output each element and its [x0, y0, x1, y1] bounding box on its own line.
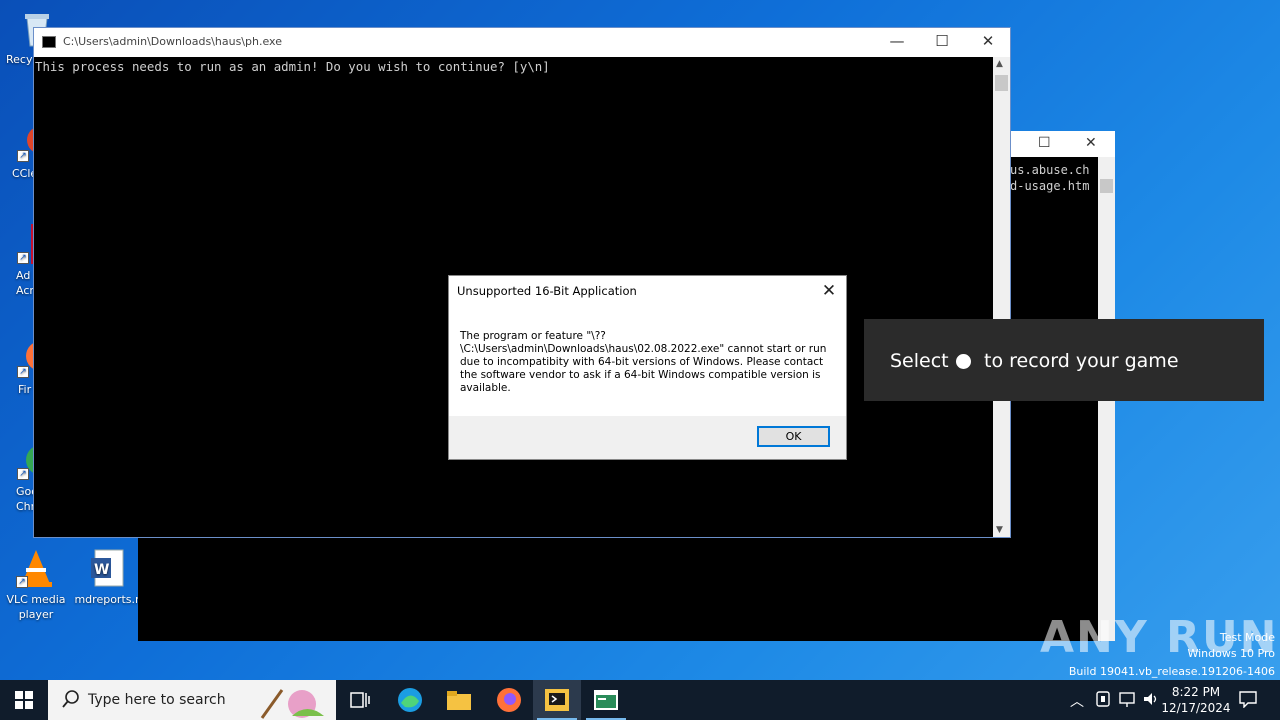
shortcut-arrow-icon: ↗ [17, 150, 29, 162]
volume-icon[interactable] [1142, 690, 1160, 720]
ok-button[interactable]: OK [757, 426, 830, 447]
game-bar-toast: Select to record your game [864, 319, 1264, 401]
start-button[interactable] [0, 680, 48, 720]
security-icon[interactable] [1095, 690, 1111, 720]
search-highlight-image-icon [260, 689, 324, 719]
close-icon[interactable]: ✕ [965, 32, 1011, 50]
window-app-icon [594, 690, 618, 710]
toast-text-after: to record your game [984, 350, 1179, 372]
console-app-icon [545, 689, 569, 711]
folder-icon [447, 691, 471, 710]
desktop-icon-vlc[interactable]: ↗ VLC media player [1, 548, 71, 622]
scroll-up-icon[interactable]: ▲ [996, 59, 1003, 69]
unsupported-app-dialog[interactable]: Unsupported 16-Bit Application ✕ The pro… [448, 275, 847, 460]
dialog-title: Unsupported 16-Bit Application [457, 284, 637, 298]
console-scrollbar[interactable]: ▲ ▼ [993, 57, 1010, 537]
search-placeholder: Type here to search [88, 692, 226, 708]
taskbar-window-button[interactable] [582, 680, 630, 720]
desktop-icon-label: mdreports.r [74, 593, 140, 606]
taskbar-firefox-button[interactable] [485, 680, 533, 720]
system-clock[interactable]: 8:22 PM 12/17/2024 [1160, 684, 1232, 716]
close-icon[interactable]: ✕ [818, 280, 840, 302]
background-console-text: us.abuse.ch d-usage.htm [1010, 163, 1090, 193]
clock-date: 12/17/2024 [1161, 701, 1231, 715]
task-view-button[interactable] [336, 680, 384, 720]
minimize-icon[interactable]: — [874, 32, 920, 50]
watermark-line: Windows 10 Pro [1187, 647, 1275, 660]
scroll-down-icon[interactable]: ▼ [996, 525, 1003, 535]
record-icon [956, 354, 971, 369]
clock-time: 8:22 PM [1171, 685, 1221, 699]
console-titlebar[interactable]: C:\Users\admin\Downloads\haus\ph.exe — ☐… [34, 28, 1010, 57]
show-hidden-icons-chevron-icon[interactable]: ︿ [1070, 691, 1084, 720]
vlc-icon: ↗ [16, 548, 56, 588]
toast-text-before: Select [890, 350, 949, 372]
search-icon [62, 690, 80, 712]
desktop-icon-label: VLC media player [6, 593, 66, 621]
taskbar-explorer-button[interactable] [435, 680, 483, 720]
shortcut-arrow-icon: ↗ [17, 252, 29, 264]
maximize-icon[interactable]: ☐ [1038, 135, 1051, 151]
scrollbar-thumb[interactable] [1100, 179, 1113, 193]
network-icon[interactable] [1118, 690, 1136, 720]
desktop-icon-mdreports[interactable]: W mdreports.r [72, 548, 142, 607]
watermark-line: Test Mode [1219, 631, 1275, 644]
taskbar-edge-button[interactable] [386, 680, 434, 720]
dialog-footer: OK [449, 416, 846, 459]
taskbar: Type here to search ︿ 8:22 PM 12/17/2024 [0, 680, 1280, 720]
windows-logo-icon [15, 691, 33, 709]
shortcut-arrow-icon: ↗ [17, 468, 29, 480]
notification-center-icon[interactable] [1238, 690, 1258, 720]
close-icon[interactable]: ✕ [1085, 135, 1097, 151]
scrollbar-thumb[interactable] [995, 75, 1008, 91]
watermark-line: Build 19041.vb_release.191206-1406 [1068, 665, 1275, 678]
edge-icon [398, 688, 422, 712]
task-view-icon [350, 692, 370, 708]
console-app-icon [42, 36, 56, 48]
console-output[interactable]: This process needs to run as an admin! D… [35, 59, 550, 74]
shortcut-arrow-icon: ↗ [16, 576, 28, 588]
taskbar-console-button[interactable] [533, 680, 581, 720]
window-title: C:\Users\admin\Downloads\haus\ph.exe [63, 35, 282, 48]
maximize-icon[interactable]: ☐ [919, 32, 965, 50]
dialog-message: The program or feature "\??\C:\Users\adm… [460, 330, 827, 394]
shortcut-arrow-icon: ↗ [17, 366, 29, 378]
taskbar-search-box[interactable]: Type here to search [48, 680, 336, 720]
word-document-icon: W [87, 548, 127, 588]
firefox-icon [497, 688, 521, 712]
svg-text:W: W [94, 562, 109, 578]
